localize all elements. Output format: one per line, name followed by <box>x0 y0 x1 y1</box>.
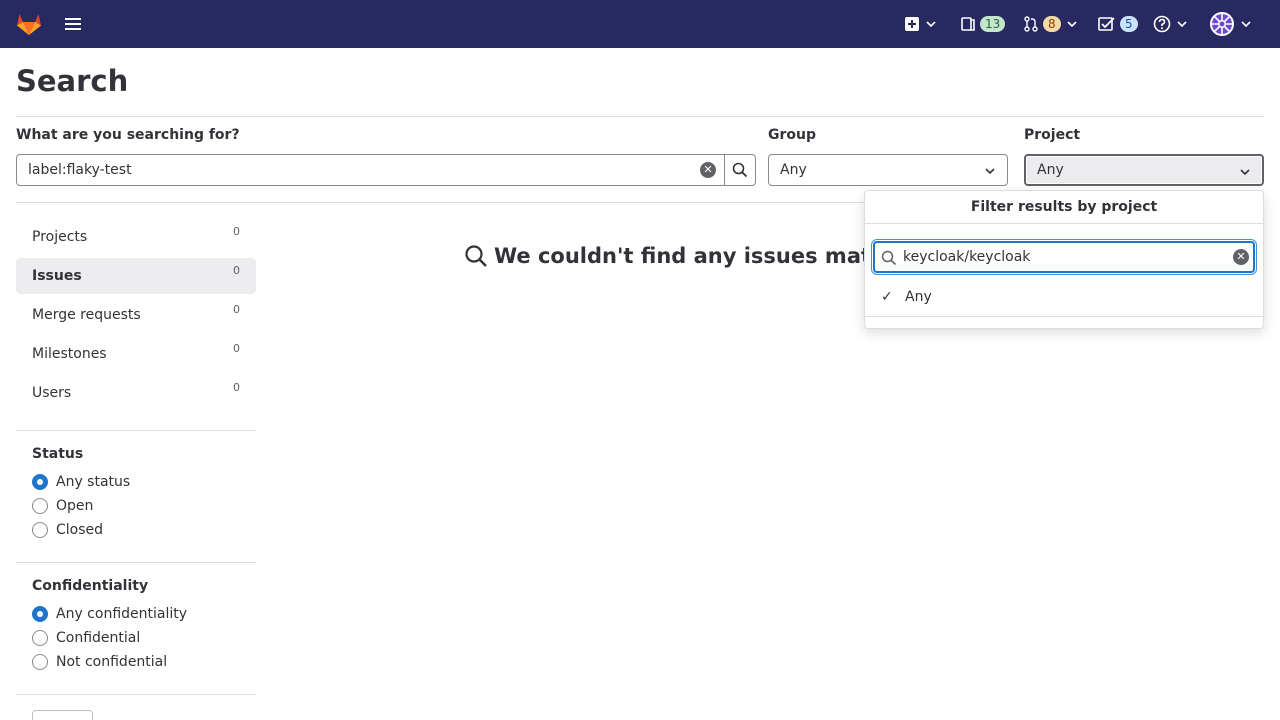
plus-square-icon <box>905 17 919 31</box>
sidebar-item-count: 0 <box>233 381 240 394</box>
hamburger-menu-icon[interactable] <box>63 15 83 33</box>
group-select-value: Any <box>780 162 807 178</box>
dropdown-item-any[interactable]: ✓ Any <box>881 285 932 309</box>
empty-state-text: We couldn't find any issues matching <box>494 244 864 268</box>
chevron-down-icon <box>1177 21 1187 28</box>
sidebar-item-milestones[interactable]: Milestones 0 <box>16 336 256 372</box>
search-input-value: label:flaky-test <box>28 162 132 178</box>
issues-count-badge: 13 <box>980 16 1006 32</box>
gitlab-logo-icon[interactable] <box>16 12 42 36</box>
radio-label: Closed <box>56 522 104 538</box>
sidebar-item-label: Merge requests <box>32 307 141 323</box>
todo-check-icon <box>1098 17 1115 31</box>
project-select[interactable]: Any <box>1024 154 1264 186</box>
search-icon <box>881 250 897 266</box>
project-filter-value: keycloak/keycloak <box>903 249 1031 265</box>
radio-label: Any status <box>56 474 131 490</box>
confidentiality-radio-confidential[interactable]: Confidential <box>32 628 140 648</box>
search-button[interactable] <box>724 154 756 186</box>
chevron-down-icon <box>985 168 995 175</box>
issues-icon <box>961 17 975 31</box>
clear-search-icon[interactable]: ✕ <box>700 162 716 178</box>
top-navbar: 13 8 5 <box>0 0 1280 48</box>
group-select[interactable]: Any <box>768 154 1008 186</box>
help-nav-button[interactable] <box>1153 12 1189 36</box>
status-radio-any[interactable]: Any status <box>32 472 130 492</box>
radio-button[interactable] <box>32 522 48 538</box>
sidebar-item-label: Milestones <box>32 346 107 362</box>
sidebar-item-count: 0 <box>233 225 240 238</box>
chevron-down-icon <box>926 21 936 28</box>
avatar <box>1210 12 1234 36</box>
sidebar-item-label: Users <box>32 385 72 401</box>
sidebar-item-issues[interactable]: Issues 0 <box>16 258 256 294</box>
merge-request-icon <box>1024 16 1038 32</box>
merge-requests-nav-button[interactable]: 8 <box>1023 12 1079 36</box>
status-radio-open[interactable]: Open <box>32 496 93 516</box>
chevron-down-icon <box>1240 169 1250 176</box>
sidebar-item-projects[interactable]: Projects 0 <box>16 219 256 255</box>
merge-requests-count-badge: 8 <box>1043 16 1061 32</box>
sidebar-item-users[interactable]: Users 0 <box>16 375 256 411</box>
divider <box>16 430 256 431</box>
todos-nav-button[interactable]: 5 <box>1098 12 1138 36</box>
confidentiality-radio-any[interactable]: Any confidentiality <box>32 604 187 624</box>
radio-label: Any confidentiality <box>56 606 188 622</box>
divider <box>16 116 1264 117</box>
project-dropdown: Filter results by project keycloak/keycl… <box>864 190 1264 329</box>
chevron-down-icon <box>1241 21 1251 28</box>
status-heading: Status <box>32 446 84 462</box>
create-new-button[interactable] <box>904 12 938 36</box>
radio-button[interactable] <box>32 630 48 646</box>
radio-label: Confidential <box>56 630 141 646</box>
dropdown-item-label: Any <box>905 289 932 305</box>
search-input[interactable]: label:flaky-test ✕ <box>16 154 725 186</box>
issues-nav-button[interactable]: 13 <box>960 12 1006 36</box>
radio-button[interactable] <box>32 498 48 514</box>
sidebar-item-count: 0 <box>233 342 240 355</box>
clear-input-icon[interactable]: ✕ <box>1233 249 1249 265</box>
empty-state-message: We couldn't find any issues matching <box>464 240 864 272</box>
apply-button[interactable] <box>32 710 93 720</box>
radio-button-checked[interactable] <box>32 474 48 490</box>
search-label: What are you searching for? <box>16 127 240 143</box>
todos-count-badge: 5 <box>1120 16 1138 32</box>
radio-button[interactable] <box>32 654 48 670</box>
project-select-value: Any <box>1037 162 1064 178</box>
user-menu-button[interactable] <box>1209 12 1253 36</box>
help-question-icon <box>1153 15 1171 33</box>
sidebar-item-label: Issues <box>32 268 82 284</box>
group-label: Group <box>768 127 817 143</box>
confidentiality-radio-not-confidential[interactable]: Not confidential <box>32 652 167 672</box>
confidentiality-heading: Confidentiality <box>32 578 149 594</box>
chevron-down-icon <box>1067 21 1077 28</box>
sidebar-item-count: 0 <box>233 303 240 316</box>
search-icon <box>732 162 748 178</box>
divider <box>16 562 256 563</box>
status-radio-closed[interactable]: Closed <box>32 520 103 540</box>
sidebar-item-merge-requests[interactable]: Merge requests 0 <box>16 297 256 333</box>
radio-label: Open <box>56 498 94 514</box>
divider <box>865 316 1263 317</box>
radio-label: Not confidential <box>56 654 168 670</box>
project-label: Project <box>1024 127 1081 143</box>
search-icon <box>465 245 487 267</box>
sidebar-item-count: 0 <box>233 264 240 277</box>
check-icon: ✓ <box>881 289 893 305</box>
divider <box>16 694 256 695</box>
sidebar-item-label: Projects <box>32 229 88 245</box>
project-filter-input[interactable]: keycloak/keycloak ✕ <box>873 241 1255 273</box>
radio-button-checked[interactable] <box>32 606 48 622</box>
page-title: Search <box>16 64 129 98</box>
dropdown-header: Filter results by project <box>865 191 1263 224</box>
